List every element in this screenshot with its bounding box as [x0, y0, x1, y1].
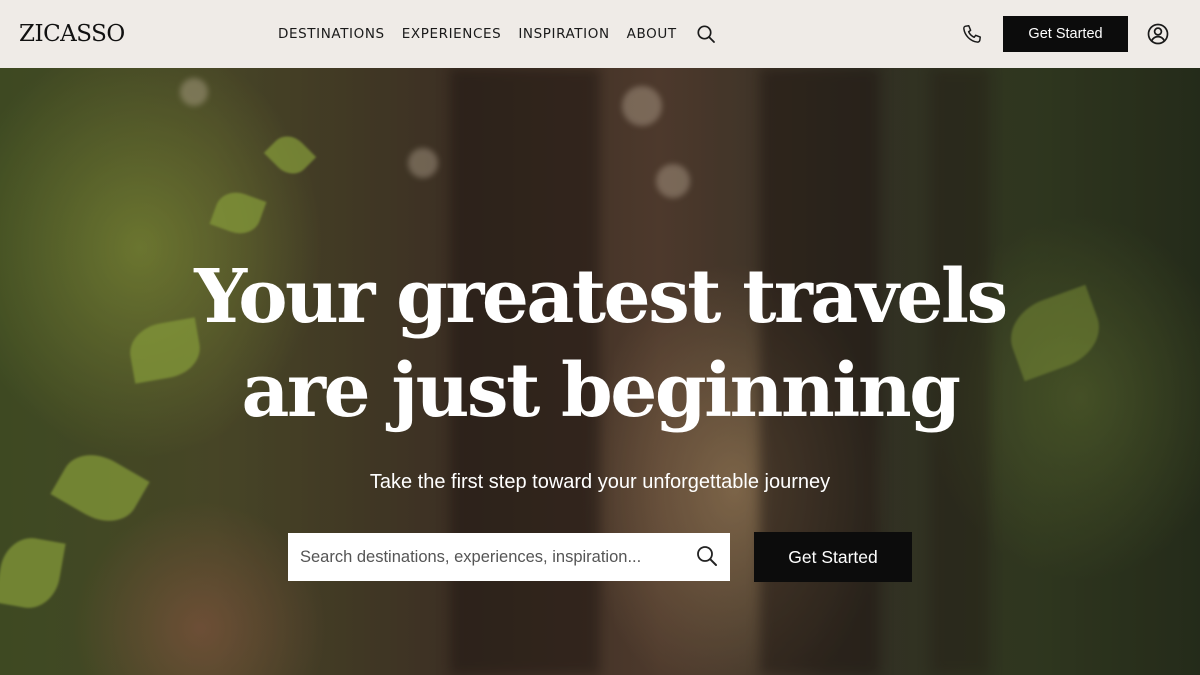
- search-icon[interactable]: [695, 544, 719, 568]
- hero-headline-line-2: are just beginning: [241, 348, 961, 434]
- nav-inspiration[interactable]: INSPIRATION: [518, 22, 609, 46]
- nav-about[interactable]: ABOUT: [627, 22, 677, 46]
- zicasso-logo[interactable]: ZICASSO: [19, 19, 125, 49]
- get-started-button-hero[interactable]: Get Started: [754, 532, 912, 582]
- search-icon[interactable]: [695, 23, 717, 45]
- hero-headline-line-1: Your greatest travels: [194, 254, 1008, 340]
- hero-section: Your greatest travels are just beginning…: [0, 68, 1200, 675]
- hero-search-input[interactable]: [288, 533, 688, 581]
- hero-search-bar: [288, 533, 730, 581]
- nav-destinations[interactable]: DESTINATIONS: [278, 22, 385, 46]
- hero-headline: Your greatest travels are just beginning: [0, 250, 1200, 438]
- user-circle-icon[interactable]: [1146, 22, 1170, 46]
- get-started-button-header[interactable]: Get Started: [1003, 16, 1128, 52]
- nav-experiences[interactable]: EXPERIENCES: [402, 22, 502, 46]
- site-header: ZICASSO DESTINATIONS EXPERIENCES INSPIRA…: [0, 0, 1200, 68]
- main-nav: DESTINATIONS EXPERIENCES INSPIRATION ABO…: [278, 22, 694, 46]
- hero-subheading: Take the first step toward your unforget…: [369, 471, 831, 493]
- phone-icon[interactable]: [961, 23, 983, 45]
